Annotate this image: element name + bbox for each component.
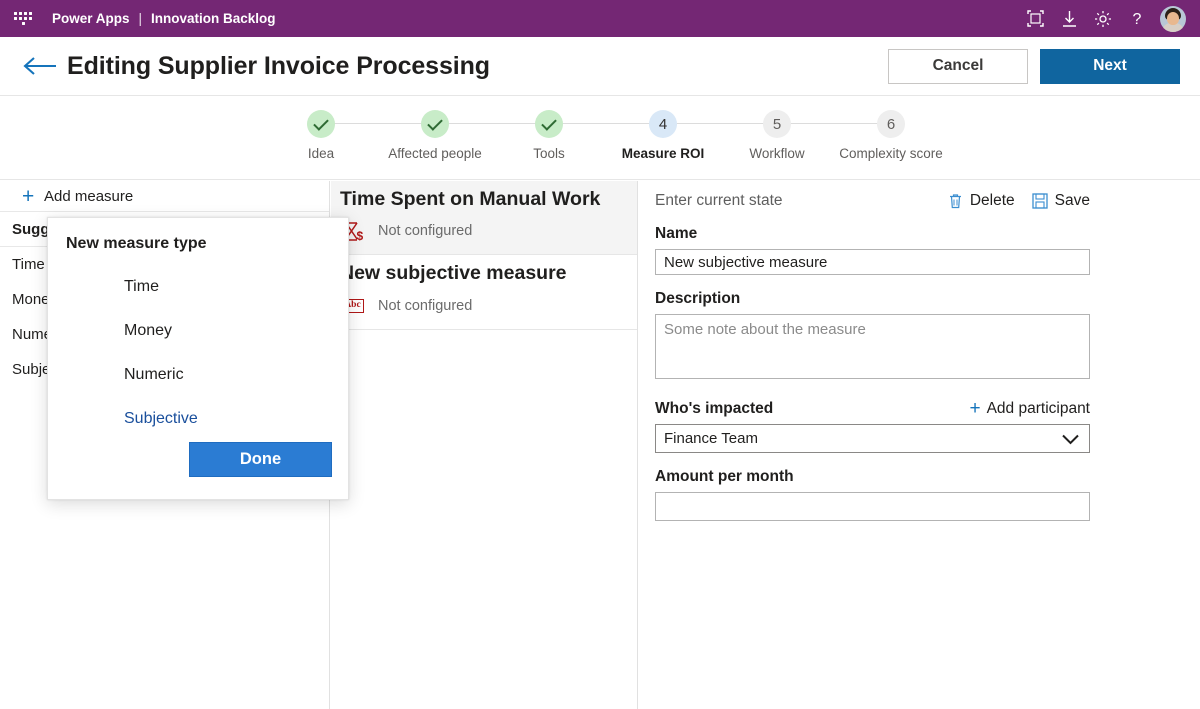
trash-icon: [949, 194, 961, 209]
measure-detail-panel: Enter current state Delete Save Name New…: [639, 181, 1200, 709]
add-participant-button[interactable]: + Add participant: [969, 399, 1090, 418]
delete-button[interactable]: Delete: [948, 192, 1015, 210]
measure-card-status: Not configured: [378, 223, 473, 240]
add-participant-label: Add participant: [986, 399, 1090, 417]
app-name-label: Innovation Backlog: [151, 11, 276, 26]
amount-field-label: Amount per month: [655, 468, 794, 485]
dialog-option-time[interactable]: Time: [48, 265, 348, 309]
step-status-icon: [307, 110, 335, 138]
plus-icon: +: [22, 184, 35, 208]
next-button[interactable]: Next: [1040, 48, 1180, 84]
impacted-select[interactable]: Finance Team: [655, 424, 1090, 453]
download-icon[interactable]: [1052, 0, 1086, 37]
current-state-label: Enter current state: [655, 192, 783, 209]
dialog-option-subjective[interactable]: Subjective: [48, 397, 348, 441]
detail-toolbar: Enter current state Delete Save: [655, 192, 1090, 210]
delete-label: Delete: [969, 192, 1015, 209]
impacted-field-label: Who's impacted: [655, 400, 774, 417]
avatar[interactable]: [1160, 5, 1186, 32]
save-label: Save: [1054, 192, 1090, 209]
measure-card-status: Not configured: [378, 297, 473, 314]
add-measure-button[interactable]: + Add measure: [0, 181, 329, 212]
amount-input[interactable]: [655, 492, 1090, 521]
add-measure-label: Add measure: [44, 187, 134, 205]
top-command-bar: Power Apps | Innovation Backlog ?: [0, 0, 1200, 37]
dialog-title: New measure type: [66, 235, 207, 252]
measure-card-status-row: $ Not configured: [340, 220, 637, 242]
help-icon[interactable]: ?: [1120, 0, 1154, 37]
dialog-option-numeric[interactable]: Numeric: [48, 353, 348, 397]
description-field-label: Description: [655, 290, 741, 307]
step-label: Complexity score: [839, 146, 943, 161]
detail-actions: Delete Save: [948, 192, 1090, 210]
measure-list-panel: Time Spent on Manual Work $ Not configur…: [331, 181, 638, 709]
step-status-icon: [421, 110, 449, 138]
name-field-label: Name: [655, 225, 698, 242]
measure-card-time-spent[interactable]: Time Spent on Manual Work $ Not configur…: [331, 181, 637, 256]
check-icon: [427, 114, 443, 131]
step-connector: [435, 123, 549, 124]
header-actions: Cancel Next: [888, 48, 1180, 84]
step-connector: [549, 123, 663, 124]
step-number: 6: [877, 110, 905, 138]
measure-card-title: New subjective measure: [340, 262, 567, 285]
step-connector: [663, 123, 777, 124]
dialog-option-money[interactable]: Money: [48, 309, 348, 353]
check-icon: [313, 114, 329, 131]
step-number: 5: [763, 110, 791, 138]
done-button[interactable]: Done: [189, 442, 332, 477]
step-connector: [777, 123, 891, 124]
brand-separator: |: [138, 11, 143, 26]
wizard-stepper: Idea Affected people Tools 4 Measure ROI…: [0, 96, 1200, 180]
save-icon: [1032, 193, 1048, 209]
fit-to-screen-icon[interactable]: [1018, 0, 1052, 37]
brand-label: Power Apps: [52, 11, 130, 26]
measure-card-status-row: Abc Not configured: [340, 295, 637, 317]
impacted-label-row: Who's impacted + Add participant: [655, 399, 1090, 418]
impacted-select-wrapper: Finance Team: [655, 424, 1090, 453]
measure-card-new-subjective[interactable]: New subjective measure Abc Not configure…: [331, 255, 637, 330]
brand-area: Power Apps | Innovation Backlog: [52, 11, 276, 26]
avatar-face: [1167, 11, 1179, 25]
plus-icon: +: [969, 398, 981, 419]
name-input[interactable]: [655, 249, 1090, 275]
step-connector: [321, 123, 435, 124]
description-input[interactable]: [655, 314, 1090, 379]
step-number: 4: [649, 110, 677, 138]
svg-text:?: ?: [1133, 11, 1142, 28]
back-arrow-icon[interactable]: [22, 46, 62, 86]
measure-card-title: Time Spent on Manual Work: [340, 188, 601, 210]
new-measure-type-dialog: New measure type Time Money Numeric Subj…: [47, 217, 349, 500]
gear-icon[interactable]: [1086, 0, 1120, 37]
step-complexity-score[interactable]: 6 Complexity score: [816, 110, 966, 163]
page-header: Editing Supplier Invoice Processing Canc…: [0, 37, 1200, 96]
step-status-icon: [535, 110, 563, 138]
save-button[interactable]: Save: [1032, 192, 1090, 210]
detail-form: Enter current state Delete Save Name New…: [639, 181, 1200, 521]
check-icon: [541, 114, 557, 131]
page-title: Editing Supplier Invoice Processing: [67, 51, 490, 80]
svg-text:$: $: [357, 229, 364, 242]
app-launcher-icon[interactable]: [12, 8, 34, 30]
cancel-button[interactable]: Cancel: [888, 48, 1028, 84]
